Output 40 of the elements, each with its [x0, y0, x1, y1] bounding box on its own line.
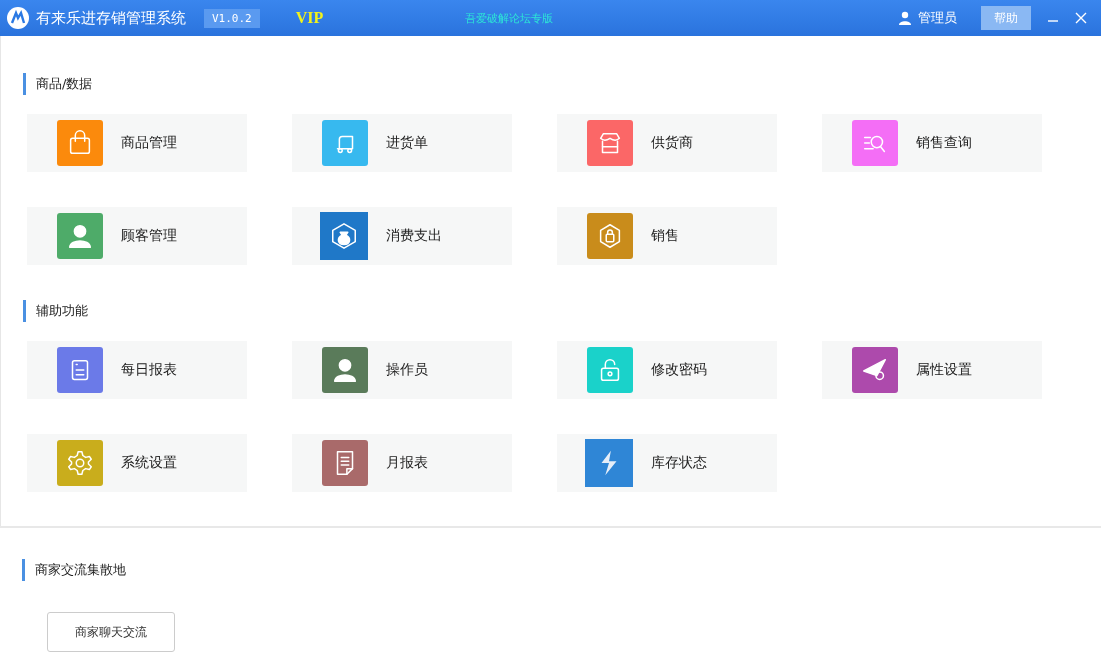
tile-label: 操作员: [386, 361, 428, 379]
menu-tile[interactable]: 每日报表: [27, 341, 247, 399]
tile-label: 商品管理: [121, 134, 177, 152]
tile-label: 每日报表: [121, 361, 177, 379]
menu-tile[interactable]: 进货单: [292, 114, 512, 172]
menu-tile[interactable]: 系统设置: [27, 434, 247, 492]
menu-tile[interactable]: 库存状态: [557, 434, 777, 492]
user-name[interactable]: 管理员: [918, 9, 957, 27]
close-icon[interactable]: [1075, 12, 1087, 24]
tile-label: 销售: [651, 227, 679, 245]
menu-tile[interactable]: 销售查询: [822, 114, 1042, 172]
edition-notice: 吾爱破解论坛专版: [465, 10, 554, 26]
edition-label: VIP: [295, 9, 324, 27]
logo-icon: [6, 6, 30, 30]
menu-tile[interactable]: 修改密码: [557, 341, 777, 399]
chat-button[interactable]: 商家聊天交流: [47, 612, 175, 652]
section-title: 商品/数据: [36, 75, 93, 93]
version-badge: V1.0.2: [204, 8, 260, 28]
tile-label: 属性设置: [916, 361, 972, 379]
tile-label: 供货商: [651, 134, 693, 152]
tile-label: 修改密码: [651, 361, 707, 379]
menu-tile[interactable]: 属性设置: [822, 341, 1042, 399]
menu-tile[interactable]: 供货商: [557, 114, 777, 172]
menu-tile[interactable]: 销售: [557, 207, 777, 265]
tile-label: 消费支出: [386, 227, 442, 245]
tile-label: 系统设置: [121, 454, 177, 472]
tile-label: 库存状态: [651, 454, 707, 472]
menu-tile[interactable]: 操作员: [292, 341, 512, 399]
tile-label: 月报表: [386, 454, 428, 472]
tile-label: 进货单: [386, 134, 428, 152]
section-title: 商家交流集散地: [35, 561, 126, 579]
user-icon: [898, 11, 912, 25]
menu-tile[interactable]: 顾客管理: [27, 207, 247, 265]
menu-tile[interactable]: 商品管理: [27, 114, 247, 172]
section-title: 辅助功能: [36, 302, 88, 320]
menu-tile[interactable]: 月报表: [292, 434, 512, 492]
menu-tile[interactable]: 消费支出: [292, 207, 512, 265]
tile-label: 销售查询: [916, 134, 972, 152]
app-title: 有来乐进存销管理系统: [36, 8, 186, 28]
tile-label: 顾客管理: [121, 227, 177, 245]
